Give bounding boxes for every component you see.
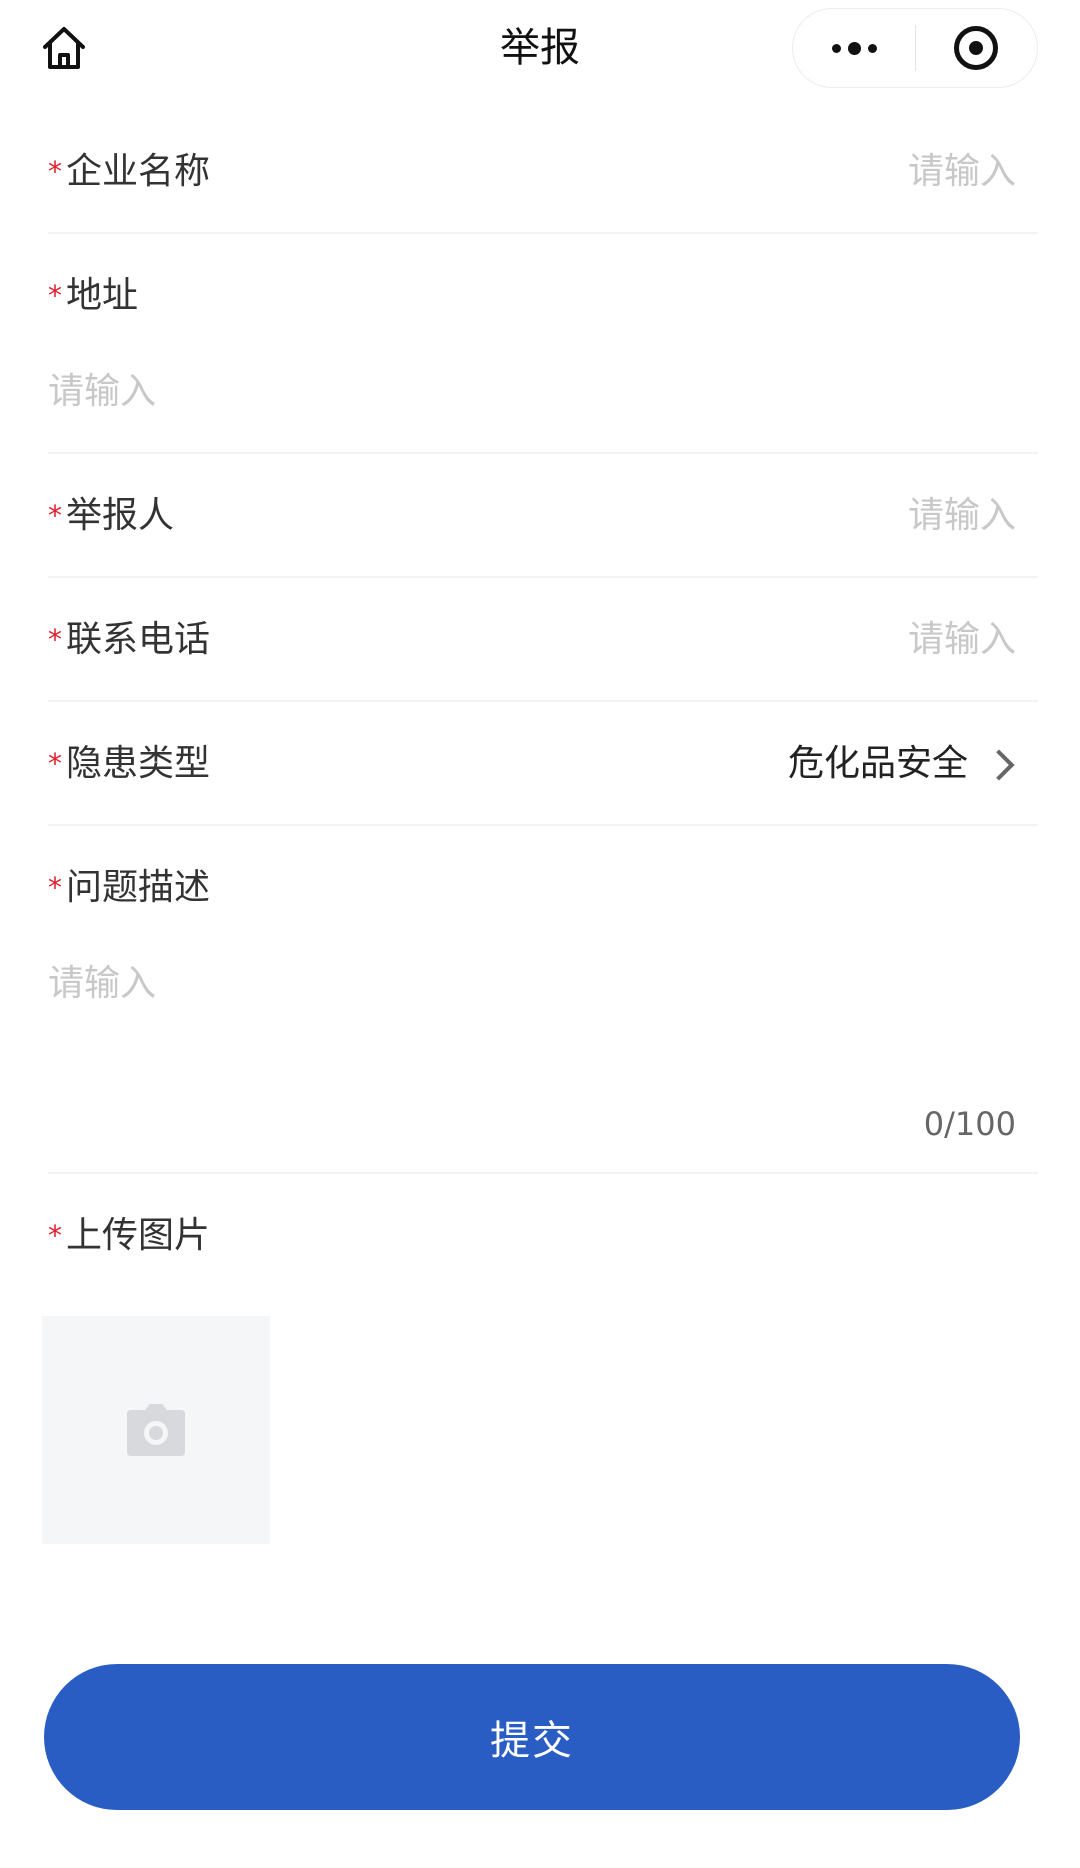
address-field: * 地址 请输入 bbox=[48, 234, 1038, 454]
reporter-label: * 举报人 bbox=[48, 495, 175, 536]
phone-input[interactable]: 请输入 bbox=[908, 618, 1016, 662]
nav-bar: 举报 bbox=[0, 0, 1080, 100]
required-mark: * bbox=[48, 747, 62, 780]
required-mark: * bbox=[48, 871, 62, 904]
phone-field: * 联系电话 请输入 bbox=[48, 578, 1038, 702]
submit-button[interactable]: 提交 bbox=[44, 1664, 1020, 1810]
close-button[interactable] bbox=[916, 8, 1037, 88]
more-button[interactable] bbox=[793, 8, 915, 88]
description-field: * 问题描述 请输入 0/100 bbox=[48, 826, 1038, 1174]
address-input[interactable]: 请输入 bbox=[48, 370, 156, 414]
reporter-field: * 举报人 请输入 bbox=[48, 454, 1038, 578]
hazard-type-field[interactable]: * 隐患类型 危化品安全 bbox=[48, 702, 1038, 826]
required-mark: * bbox=[48, 623, 62, 656]
reporter-input[interactable]: 请输入 bbox=[908, 494, 1016, 538]
report-page: 举报 * 企业名称 请输入 * 地址 请输入 * 举报人 请输入 * 联系电话 … bbox=[0, 0, 1080, 1868]
upload-image-button[interactable] bbox=[42, 1316, 270, 1544]
required-mark: * bbox=[48, 279, 62, 312]
more-dots-icon bbox=[831, 41, 877, 55]
hazard-type-select[interactable]: 危化品安全 bbox=[788, 742, 968, 786]
company-name-input[interactable]: 请输入 bbox=[908, 150, 1016, 194]
target-circle-icon bbox=[954, 26, 999, 70]
description-label: * 问题描述 bbox=[48, 867, 211, 908]
mini-program-capsule bbox=[792, 8, 1038, 88]
company-name-label: * 企业名称 bbox=[48, 151, 211, 192]
required-mark: * bbox=[48, 1219, 62, 1252]
upload-label: * 上传图片 bbox=[48, 1215, 211, 1256]
hazard-type-label: * 隐患类型 bbox=[48, 743, 211, 784]
address-label: * 地址 bbox=[48, 275, 139, 316]
company-name-field: * 企业名称 请输入 bbox=[48, 110, 1038, 234]
camera-icon bbox=[127, 1404, 185, 1456]
chevron-right-icon bbox=[983, 749, 1015, 781]
phone-label: * 联系电话 bbox=[48, 619, 211, 660]
description-textarea[interactable]: 请输入 bbox=[48, 962, 156, 1006]
character-counter: 0/100 bbox=[923, 1105, 1016, 1143]
required-mark: * bbox=[48, 499, 62, 532]
required-mark: * bbox=[48, 155, 62, 188]
